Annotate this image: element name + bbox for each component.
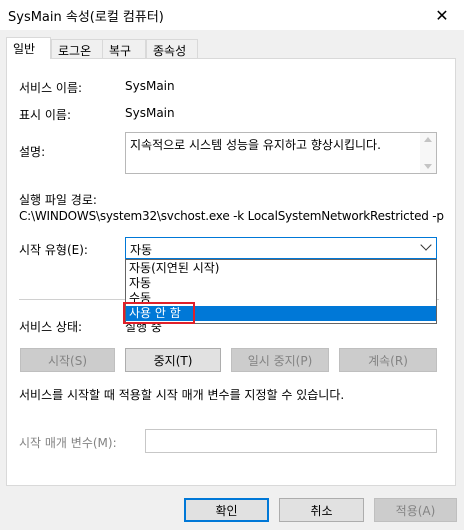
start-params-label: 시작 매개 변수(M): [19,436,117,450]
resume-button[interactable]: 계속(R) [339,348,437,372]
stop-button[interactable]: 중지(T) [125,348,221,372]
description-text: 지속적으로 시스템 성능을 유지하고 향상시킵니다. [130,138,381,152]
close-button[interactable]: ✕ [420,0,464,30]
display-name-value: SysMain [125,106,175,120]
pause-button[interactable]: 일시 중지(P) [231,348,329,372]
highlight-annotation [123,302,195,324]
description-label: 설명: [19,145,46,159]
start-button[interactable]: 시작(S) [20,348,115,372]
service-status-label: 서비스 상태: [19,320,83,334]
apply-button[interactable]: 적용(A) [374,498,457,522]
scroll-up-icon[interactable] [424,137,432,142]
close-icon: ✕ [435,5,449,25]
display-name-label: 표시 이름: [19,108,72,122]
scroll-down-icon[interactable] [424,164,432,169]
description-box[interactable]: 지속적으로 시스템 성능을 유지하고 향상시킵니다. [125,132,437,174]
general-panel: 서비스 이름: SysMain 표시 이름: SysMain 설명: 지속적으로… [6,58,456,486]
tab-logon[interactable]: 로그온 [51,39,103,58]
start-params-input[interactable] [145,429,437,453]
title-bar: SysMain 속성(로컬 컴퓨터) ✕ [0,0,464,30]
tab-dependencies[interactable]: 종속성 [146,39,198,58]
window-title: SysMain 속성(로컬 컴퓨터) [8,10,164,25]
chevron-down-icon[interactable] [420,239,432,251]
service-name-label: 서비스 이름: [19,81,83,95]
service-name-value: SysMain [125,79,175,93]
cancel-button[interactable]: 취소 [279,498,364,522]
start-params-hint: 서비스를 시작할 때 적용할 시작 매개 변수를 지정할 수 있습니다. [19,388,345,402]
tab-general[interactable]: 일반 [6,37,51,59]
description-scrollbar[interactable] [420,133,436,173]
option-auto-delayed[interactable]: 자동(지연된 시작) [126,261,436,276]
exe-path-label: 실행 파일 경로: [19,193,97,207]
startup-type-label: 시작 유형(E): [19,243,88,257]
startup-type-select[interactable]: 자동 [125,237,437,259]
tab-recovery[interactable]: 복구 [102,39,146,58]
option-auto[interactable]: 자동 [126,276,436,291]
exe-path-value: C:\WINDOWS\system32\svchost.exe -k Local… [19,209,444,223]
startup-type-value: 자동 [130,243,153,257]
ok-button[interactable]: 확인 [184,498,269,522]
